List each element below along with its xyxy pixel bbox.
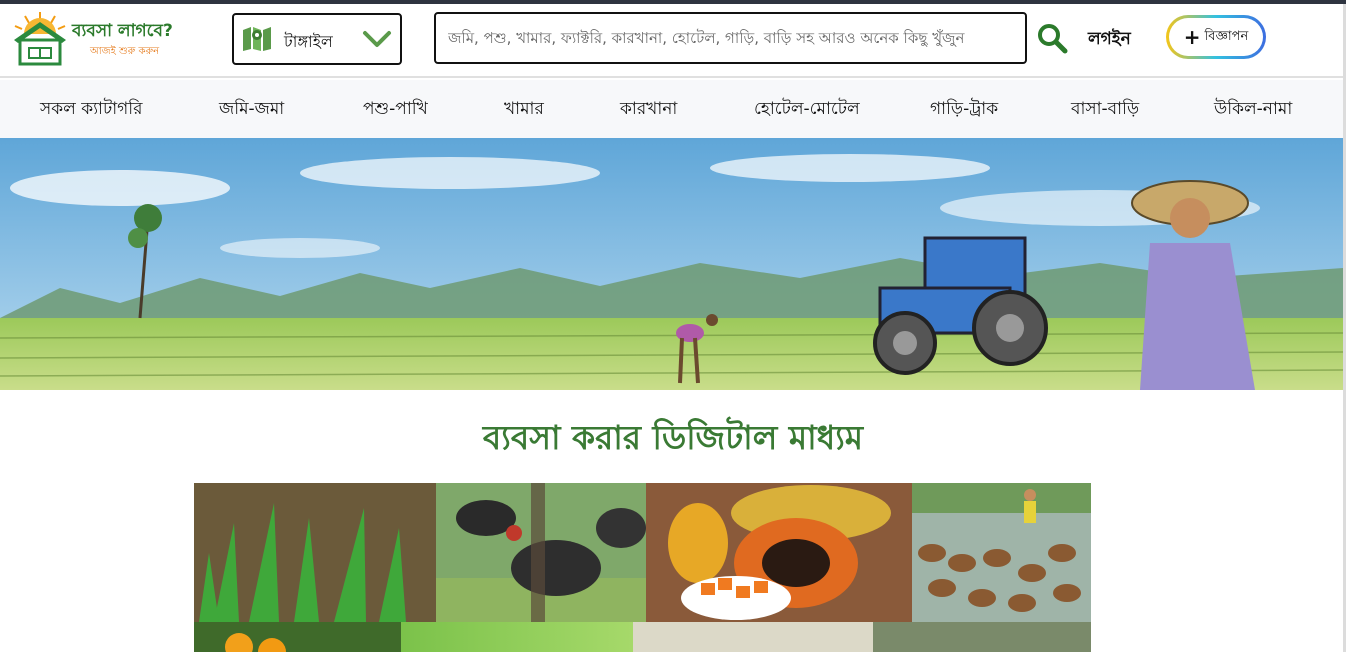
nav-item-lawyer: উকিল-নামা [1214, 99, 1293, 119]
logo-tagline: আজই শুরু করুন [90, 46, 160, 57]
house-sun-logo-icon [14, 12, 66, 66]
gallery-tile-poultry[interactable] [633, 622, 873, 652]
search-input[interactable] [436, 14, 1025, 62]
gallery-tile-papaya[interactable] [646, 483, 912, 622]
chevron-down-icon[interactable] [362, 29, 392, 49]
gallery-tile-grass[interactable] [401, 622, 633, 652]
post-ad-button-inner: + বিজ্ঞাপন [1169, 18, 1263, 56]
gallery-tile-turkeys[interactable] [436, 483, 646, 622]
nav-item-land[interactable]: জমি-জমা [219, 96, 284, 124]
nav-item-houses[interactable]: বাসা-বাড়ি [1071, 96, 1139, 124]
map-icon [243, 27, 271, 51]
gallery-tile-oranges[interactable] [194, 622, 401, 652]
farmer-with-hat [1131, 180, 1255, 390]
search-icon[interactable] [1036, 22, 1068, 54]
location-value: টাঙ্গাইল [284, 32, 333, 51]
gallery-tile-livestock[interactable] [873, 622, 1091, 652]
post-ad-label: বিজ্ঞাপন [1204, 28, 1249, 44]
nav-item-farm[interactable]: খামার [504, 96, 544, 124]
page-headline: ব্যবসা করার ডিজিটাল মাধ্যম [482, 418, 864, 457]
category-nav: সকল ক্যাটাগরি জমি-জমা পশু-পাখি খামার কার… [0, 80, 1346, 138]
login-link[interactable]: লগইন [1088, 26, 1131, 54]
search-box [434, 12, 1027, 64]
nav-item-hotel[interactable]: হোটেল-মোটেল [754, 96, 860, 124]
category-gallery [194, 483, 1091, 652]
gallery-tile-aloe-vera[interactable] [194, 483, 436, 622]
plus-icon: + [1183, 25, 1201, 49]
hero-banner-image [0, 138, 1343, 390]
post-ad-button[interactable]: + বিজ্ঞাপন [1166, 15, 1266, 59]
logo-title: ব্যবসা লাগবে? [72, 21, 173, 41]
nav-item-all-categories[interactable]: সকল ক্যাটাগরি [40, 96, 143, 124]
gallery-tile-ducks[interactable] [912, 483, 1091, 622]
nav-item-vehicles[interactable]: গাড়ি-ট্রাক [930, 96, 998, 124]
site-header: ব্যবসা লাগবে? আজই শুরু করুন টাঙ্গাইল লগই… [0, 4, 1346, 78]
nav-item-factory[interactable]: কারখানা [620, 96, 677, 124]
site-logo[interactable]: ব্যবসা লাগবে? আজই শুরু করুন [10, 10, 200, 68]
nav-item-animals[interactable]: পশু-পাখি [363, 96, 428, 124]
location-selector[interactable]: টাঙ্গাইল [232, 13, 402, 65]
